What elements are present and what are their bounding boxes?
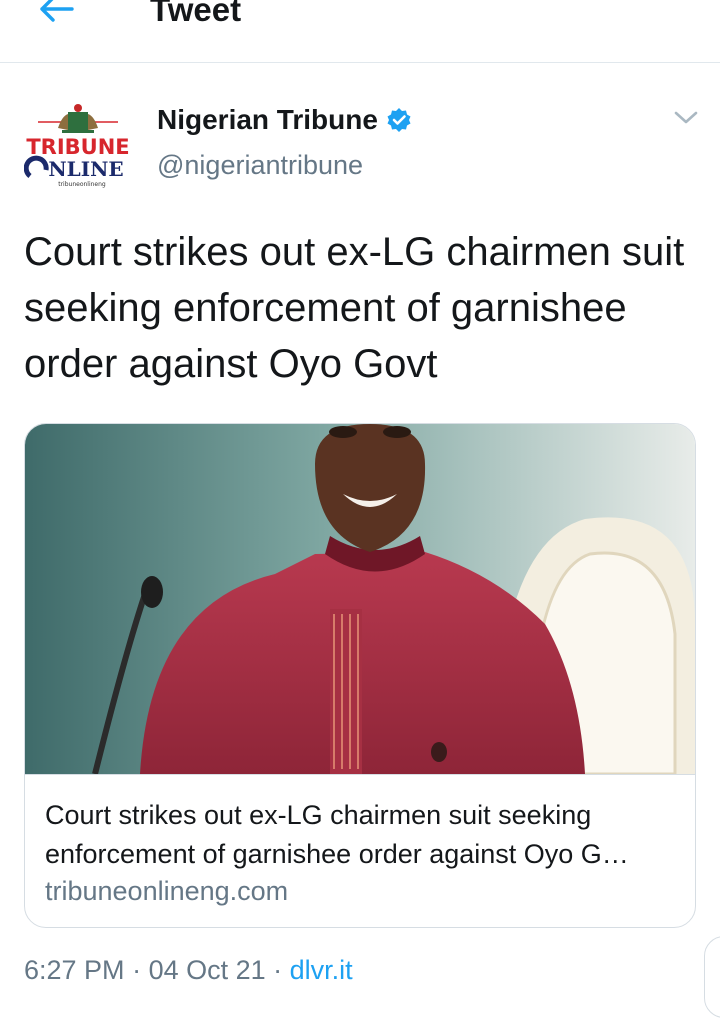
card-domain[interactable]: tribuneonlineng.com (45, 876, 288, 907)
author-row: Nigerian Tribune (157, 100, 412, 140)
chevron-down-icon[interactable] (672, 106, 700, 128)
tweet-date: 04 Oct 21 (148, 955, 266, 985)
svg-text:NLINE: NLINE (48, 157, 123, 181)
svg-text:TRIBUNE: TRIBUNE (26, 135, 129, 159)
tweet-source-link[interactable]: dlvr.it (290, 955, 353, 985)
link-card[interactable]: Court strikes out ex-LG chairmen suit se… (24, 423, 696, 928)
card-image[interactable] (25, 424, 695, 775)
tweet-meta: 6:27 PM · 04 Oct 21 · dlvr.it (24, 955, 353, 985)
top-bar: Tweet (0, 0, 720, 63)
verified-badge-icon (387, 108, 411, 132)
svg-text:tribuneonlineng: tribuneonlineng (58, 181, 106, 188)
tweet-time: 6:27 PM (24, 955, 125, 985)
page-title: Tweet (150, 0, 242, 28)
back-arrow-icon[interactable] (36, 0, 76, 28)
author-name[interactable]: Nigerian Tribune (157, 104, 378, 136)
author-handle[interactable]: @nigeriantribune (157, 150, 363, 181)
floating-button-edge[interactable] (704, 936, 720, 1018)
avatar[interactable]: TRIBUNE NLINE tribuneonlineng (24, 98, 132, 206)
card-title[interactable]: Court strikes out ex-LG chairmen suit se… (45, 796, 685, 874)
tweet-text: Court strikes out ex-LG chairmen suit se… (24, 230, 685, 386)
